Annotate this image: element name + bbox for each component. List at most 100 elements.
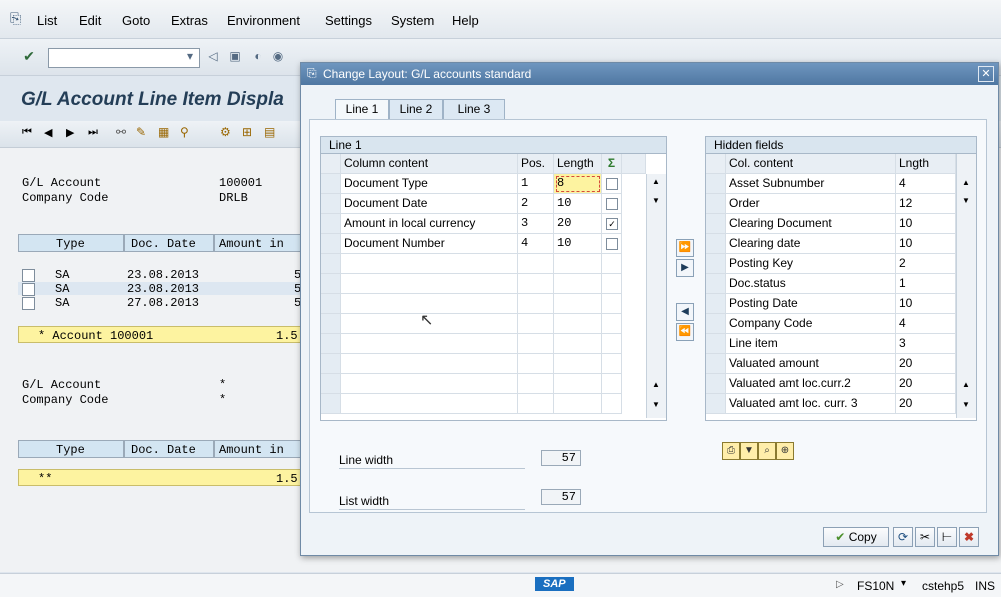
- sum-checkbox[interactable]: [602, 254, 622, 274]
- hidden-field-length[interactable]: 10: [896, 234, 956, 254]
- scroll-up-icon[interactable]: ▲: [962, 380, 970, 389]
- find-icon[interactable]: ⌕: [758, 442, 776, 460]
- scroll-down-icon[interactable]: ▼: [652, 400, 660, 409]
- save-layout-icon[interactable]: ▤: [264, 125, 275, 139]
- table-row-length[interactable]: [554, 294, 602, 314]
- table-row-pos[interactable]: [518, 314, 554, 334]
- hidden-field-name[interactable]: Clearing date: [726, 234, 896, 254]
- table-row-pos[interactable]: [518, 394, 554, 414]
- cut-button[interactable]: ✂: [915, 527, 935, 547]
- last-page-icon[interactable]: ⏭: [88, 126, 98, 139]
- left-grid-scrollbar[interactable]: ▲ ▼ ▲ ▼: [646, 174, 666, 418]
- menu-list[interactable]: List: [37, 13, 57, 28]
- table-row-content[interactable]: Amount in local currency: [341, 214, 518, 234]
- sum-checkbox[interactable]: [602, 274, 622, 294]
- table-row-content[interactable]: Document Date: [341, 194, 518, 214]
- row-selector[interactable]: [706, 374, 726, 394]
- table-row-length[interactable]: [554, 354, 602, 374]
- row-selector[interactable]: [321, 394, 341, 414]
- sum-checkbox[interactable]: [602, 394, 622, 414]
- tab-line-3[interactable]: Line 3: [443, 99, 505, 120]
- row-selector[interactable]: [706, 194, 726, 214]
- table-row-length[interactable]: 20: [554, 214, 602, 234]
- column-header-type[interactable]: Type: [18, 234, 124, 252]
- move-all-right-icon[interactable]: ⏩: [676, 239, 694, 257]
- row-selector[interactable]: [321, 174, 341, 194]
- row-selector[interactable]: [321, 274, 341, 294]
- row-selector[interactable]: [321, 314, 341, 334]
- print-icon[interactable]: ⎙: [722, 442, 740, 460]
- row-selector[interactable]: [321, 254, 341, 274]
- select-layout-icon[interactable]: ⊞: [242, 125, 252, 139]
- hidden-field-length[interactable]: 3: [896, 334, 956, 354]
- sum-checkbox[interactable]: [602, 174, 622, 194]
- column-header-length[interactable]: Lngth: [896, 154, 956, 174]
- sum-checkbox[interactable]: [602, 334, 622, 354]
- copy-button[interactable]: ✔ Copy: [823, 527, 889, 547]
- dialog-title-bar[interactable]: ⎘ Change Layout: G/L accounts standard ✕: [301, 63, 998, 85]
- scroll-up-icon[interactable]: ▲: [962, 178, 970, 187]
- table-row-pos[interactable]: [518, 334, 554, 354]
- back-arrow-icon[interactable]: ◁: [206, 49, 220, 63]
- table-row-pos[interactable]: [518, 254, 554, 274]
- hidden-field-length[interactable]: 20: [896, 394, 956, 414]
- column-header-amount[interactable]: Amount in: [214, 440, 304, 458]
- menu-environment[interactable]: Environment: [227, 13, 300, 28]
- close-icon[interactable]: ✕: [978, 66, 994, 82]
- checkbox[interactable]: [606, 197, 618, 210]
- refresh-button[interactable]: ⟳: [893, 527, 913, 547]
- previous-page-icon[interactable]: ◀: [44, 126, 52, 139]
- sum-checkbox[interactable]: [602, 294, 622, 314]
- sum-checkbox[interactable]: [602, 314, 622, 334]
- glasses-icon[interactable]: ⚯: [116, 125, 126, 139]
- tab-line-1[interactable]: Line 1: [335, 99, 389, 120]
- hidden-field-length[interactable]: 4: [896, 174, 956, 194]
- command-field[interactable]: [48, 48, 200, 68]
- chevron-down-icon[interactable]: ▾: [901, 578, 906, 589]
- hidden-field-length[interactable]: 1: [896, 274, 956, 294]
- table-row-content[interactable]: Document Type: [341, 174, 518, 194]
- chevron-down-icon[interactable]: ▾: [183, 49, 197, 63]
- row-selector[interactable]: [706, 234, 726, 254]
- sort-icon[interactable]: ▦: [158, 125, 169, 139]
- row-selector[interactable]: [321, 354, 341, 374]
- transaction-code[interactable]: FS10N: [857, 579, 894, 593]
- hidden-field-name[interactable]: Valuated amount: [726, 354, 896, 374]
- hidden-field-name[interactable]: Posting Date: [726, 294, 896, 314]
- layout-icon[interactable]: ⚙: [220, 125, 231, 139]
- menu-help[interactable]: Help: [452, 13, 479, 28]
- filter-icon[interactable]: ▼: [740, 442, 758, 460]
- hidden-field-name[interactable]: Doc.status: [726, 274, 896, 294]
- scroll-up-icon[interactable]: ▲: [652, 177, 660, 186]
- table-row-length[interactable]: 8: [554, 174, 602, 194]
- column-header-doc-date[interactable]: Doc. Date: [124, 440, 214, 458]
- menu-icon[interactable]: ⎘: [10, 10, 21, 27]
- hidden-field-length[interactable]: 20: [896, 374, 956, 394]
- table-row-content[interactable]: [341, 334, 518, 354]
- menu-edit[interactable]: Edit: [79, 13, 101, 28]
- hidden-field-name[interactable]: Clearing Document: [726, 214, 896, 234]
- filter-icon[interactable]: ⚲: [180, 125, 189, 139]
- tab-line-2[interactable]: Line 2: [389, 99, 443, 120]
- column-header-amount[interactable]: Amount in: [214, 234, 304, 252]
- checkbox[interactable]: ✓: [606, 217, 618, 230]
- row-selector[interactable]: [321, 194, 341, 214]
- menu-extras[interactable]: Extras: [171, 13, 208, 28]
- checkbox[interactable]: [606, 237, 618, 250]
- table-row-pos[interactable]: 4: [518, 234, 554, 254]
- structure-button[interactable]: ⊢: [937, 527, 957, 547]
- hidden-field-name[interactable]: Line item: [726, 334, 896, 354]
- sum-checkbox[interactable]: ✓: [602, 214, 622, 234]
- right-grid-scrollbar[interactable]: ▲ ▼ ▲ ▼: [956, 154, 976, 418]
- table-row-pos[interactable]: [518, 274, 554, 294]
- table-row-content[interactable]: Document Number: [341, 234, 518, 254]
- column-header-length[interactable]: Length: [554, 154, 602, 174]
- hidden-field-name[interactable]: Order: [726, 194, 896, 214]
- row-checkbox[interactable]: [22, 269, 35, 282]
- move-left-icon[interactable]: ◀: [676, 303, 694, 321]
- table-row-length[interactable]: [554, 394, 602, 414]
- pencil-icon[interactable]: ✎: [136, 125, 146, 139]
- find-next-icon[interactable]: ⊕: [776, 442, 794, 460]
- move-all-left-icon[interactable]: ⏪: [676, 323, 694, 341]
- table-row-pos[interactable]: [518, 374, 554, 394]
